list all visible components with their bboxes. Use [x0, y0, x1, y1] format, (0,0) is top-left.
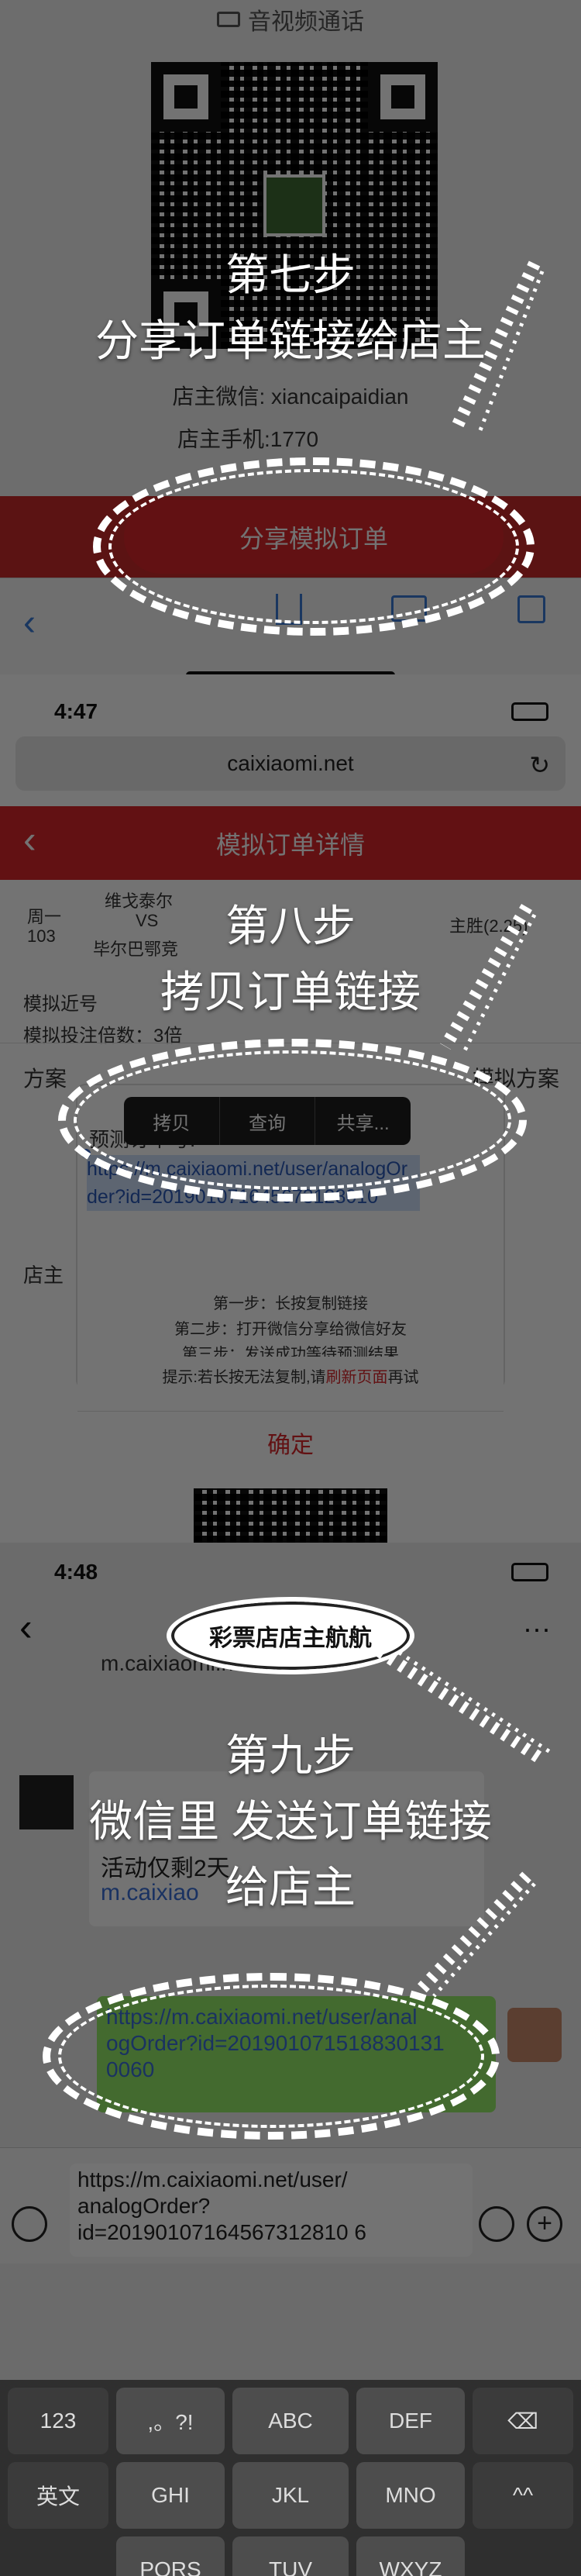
call-header[interactable]: 音视频通话 [0, 0, 581, 39]
video-call-icon [217, 12, 240, 27]
input-line3: id=20190107164567312810 6 [77, 2220, 366, 2244]
chat-more-icon[interactable]: ··· [523, 1612, 551, 1645]
back-icon[interactable]: ‹ [23, 602, 36, 644]
highlight-ellipse-2-inner [74, 1050, 511, 1190]
key-english[interactable]: 英文 [8, 2462, 108, 2529]
key-jkl[interactable]: JKL [232, 2462, 349, 2529]
key-def[interactable]: DEF [356, 2388, 465, 2454]
panel-step9: 4:48 ‹ ··· m.caixiaomi.net 活动仅剩2天 m.caix… [0, 1543, 581, 2576]
modal-bottom: 提示:若长按无法复制,请刷新页面再试 确定 [77, 1357, 504, 1488]
page-title: 模拟订单详情 [215, 830, 365, 859]
bottom-qr [194, 1488, 387, 1543]
keyboard: 123 ,。?! ABC DEF ⌫ 英文 GHI JKL MNO ^^ PQR… [0, 2380, 581, 2576]
confirm-label: 确定 [267, 1432, 314, 1458]
highlight-ellipse-inner [108, 469, 519, 624]
pointer-arrow [451, 260, 545, 431]
address-url: caixiaomi.net [227, 751, 354, 775]
key-pqrs[interactable]: PQRS [116, 2536, 225, 2576]
qr-code [151, 62, 438, 349]
instr-2: 第二步：打开微信分享给微信好友 [174, 1321, 407, 1338]
plus-icon[interactable]: + [527, 2206, 562, 2242]
status-time-3: 4:48 [54, 1560, 98, 1584]
page-back-icon[interactable]: ‹ [23, 817, 36, 862]
panel-step8: 4:47 caixiaomi.net ↻ ‹ 模拟订单详情 周一 103 维戈泰… [0, 674, 581, 1543]
key-wxyz[interactable]: WXYZ [356, 2536, 465, 2576]
key-punct[interactable]: ,。?! [116, 2388, 225, 2454]
page-header: ‹ 模拟订单详情 [0, 806, 581, 880]
key-mno[interactable]: MNO [356, 2462, 465, 2529]
highlight-ellipse-3-inner [58, 1985, 484, 2128]
status-bar: 4:47 [0, 690, 581, 736]
battery-icon [511, 702, 548, 721]
shop-row: 店主 [23, 1264, 64, 1287]
reload-icon[interactable]: ↻ [529, 750, 550, 780]
chat-back-icon[interactable]: ‹ [19, 1605, 33, 1650]
tabs-icon[interactable] [517, 595, 545, 623]
key-delete[interactable]: ⌫ [473, 2388, 573, 2454]
avatar[interactable] [507, 2008, 562, 2062]
panel-step7: 音视频通话 店主微信: xiancaipaidian 店主手机:1770 分享模… [0, 0, 581, 674]
pointer-arrow-2 [440, 903, 537, 1052]
instr-1: 第一步：长按复制链接 [213, 1295, 368, 1312]
key-abc[interactable]: ABC [232, 2388, 349, 2454]
qr-logo [263, 174, 325, 236]
key-tuv[interactable]: TUV [232, 2536, 349, 2576]
address-bar[interactable]: caixiaomi.net ↻ [15, 736, 566, 791]
key-emoticon[interactable]: ^^ [473, 2462, 573, 2529]
plan-left: 方案 [23, 1067, 67, 1091]
message-input[interactable]: https://m.caixiaomi.net/user/ analogOrde… [70, 2164, 473, 2257]
confirm-button[interactable]: 确定 [77, 1411, 504, 1473]
chat-title: 彩票店店主航航 [209, 1626, 372, 1651]
step9-label: 第九步 [225, 1731, 356, 1780]
emoji-icon[interactable] [479, 2206, 514, 2242]
input-bar: https://m.caixiaomi.net/user/ analogOrde… [0, 2147, 581, 2264]
refresh-link[interactable]: 刷新页面 [326, 1369, 388, 1386]
input-line2: analogOrder? [77, 2194, 211, 2218]
step9-desc-1: 微信里 发送订单链接 [89, 1797, 492, 1846]
shop-phone: 店主手机:1770 [177, 427, 319, 451]
tip-line: 提示:若长按无法复制,请刷新页面再试 [162, 1369, 419, 1386]
pointer-arrow-3b [414, 1871, 536, 1998]
battery-icon-3 [511, 1563, 548, 1581]
key-123[interactable]: 123 [8, 2388, 108, 2454]
voice-icon[interactable] [12, 2206, 47, 2242]
input-line1: https://m.caixiaomi.net/user/ [77, 2167, 348, 2191]
call-header-title: 音视频通话 [248, 9, 364, 35]
status-time: 4:47 [54, 699, 98, 723]
key-ghi[interactable]: GHI [116, 2462, 225, 2529]
